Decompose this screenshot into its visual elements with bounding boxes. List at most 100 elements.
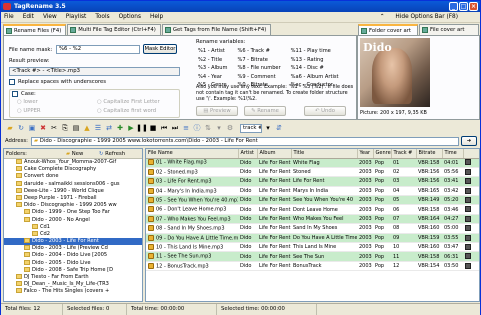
menu-edit[interactable]: Edit [23, 14, 34, 20]
table-row[interactable]: 05 - See You When You're 40.mp3 Dido Life … [146, 195, 479, 206]
sort-direction-icon[interactable]: ⇵ [274, 123, 284, 133]
stop-icon[interactable]: ■ [148, 123, 158, 133]
menu-file[interactable]: File [4, 14, 14, 20]
table-row[interactable]: 12 - BonusTrack.mp3 Dido Life For Rent Bonu… [146, 261, 479, 272]
table-row[interactable]: 07 - Who Makes You Feel.mp3 Dido Life For … [146, 214, 479, 225]
folder-tree-item[interactable]: Convert done [4, 173, 142, 180]
address-bar: Address: ▰ Dido - Discographie - 1999 20… [3, 136, 480, 147]
filter-icon[interactable]: ▾ [214, 123, 224, 133]
table-row[interactable]: 10 - This Land Is Mine.mp3 Dido Life For R… [146, 242, 479, 253]
new-folder-button[interactable]: ▰ New [66, 149, 83, 159]
pause-icon[interactable]: ❚❚ [136, 123, 148, 133]
folder-tree-item[interactable]: Dido - 2005 - Dido Live [4, 259, 142, 267]
select-all-icon[interactable]: ☰ [93, 123, 103, 133]
mask-editor-button[interactable]: Mask Editor [143, 44, 177, 54]
folder-tree-item[interactable]: Dido - 1999 - One Step Too Far [4, 209, 142, 216]
go-button[interactable]: ➜ [461, 136, 477, 146]
next-icon[interactable]: ⏭ [170, 123, 180, 133]
tag-status-icon [465, 253, 471, 260]
address-input[interactable]: ▰ Dido - Discographie - 1999 2005 www.lo… [31, 137, 459, 146]
folder-tree-item[interactable]: Dido - 2003 - Life (Preview Cd [4, 245, 142, 252]
folder-tree-item[interactable]: Dido - 2003 - Life For Rent [4, 238, 142, 246]
folder-tree-item[interactable]: Dido - 2004 - Dido Live [2005 [4, 252, 142, 259]
folder-tree-item[interactable]: Dido - 2000 - No Angel [4, 216, 142, 224]
tag-icon[interactable]: ✚ [115, 123, 125, 133]
minimize-button[interactable]: _ [449, 2, 458, 11]
col-year[interactable]: Year [357, 149, 374, 159]
col-time[interactable]: Time [442, 149, 464, 159]
playlist-icon[interactable]: ≡ [181, 123, 191, 133]
folder-tree-item[interactable]: Cd1 [4, 223, 142, 231]
preview-button[interactable]: ▤ Preview [196, 106, 238, 116]
folder-tree-item[interactable]: Dido - Discographie - 1999 2005 ww [4, 202, 142, 209]
invert-selection-icon[interactable]: ⇄ [104, 123, 114, 133]
table-row[interactable]: 04 - Mary's In India.mp3 Dido Life For Ren… [146, 186, 479, 197]
col-artist[interactable]: Artist [238, 149, 258, 159]
col-extra[interactable] [463, 149, 479, 159]
folder-up-icon[interactable]: ▲ [82, 123, 92, 133]
tab-file-cover-art[interactable]: File cover art [419, 24, 479, 35]
capitalize-first-word-radio[interactable]: ○ Capitalize first word [97, 108, 156, 114]
table-row[interactable]: 03 - Life For Rent.mp3 Dido Life For Rent L… [146, 176, 479, 187]
col-track[interactable]: Track # [391, 149, 417, 159]
menu-view[interactable]: View [43, 14, 57, 20]
folder-tree-item[interactable]: Cake Complete Discography [4, 166, 142, 173]
sort-icon[interactable]: ⇅ [203, 123, 213, 133]
close-button[interactable]: × [469, 2, 478, 11]
folder-tree-item[interactable]: Deee-Lite - 1990 - World Clique [4, 187, 142, 195]
upper-radio[interactable]: ○ UPPER [17, 108, 41, 114]
col-album[interactable]: Album [257, 149, 292, 159]
rename-button[interactable]: ✎ Rename [244, 106, 286, 116]
tab-multi-file-tag-editor[interactable]: Multi File Tag Editor (Ctrl+F4) [67, 24, 161, 35]
table-row[interactable]: 06 - Don't Leave Home.mp3 Dido Life For Re… [146, 204, 479, 215]
folder-tree-item[interactable]: Falco - The Hits Singles (covers + [4, 288, 142, 295]
chevron-down-icon[interactable]: ▾ [263, 123, 273, 133]
play-icon[interactable]: ▶ [126, 123, 136, 133]
tab-get-tags-from-filename[interactable]: Get Tags from File Name (Shift+F4) [161, 24, 272, 35]
col-genre[interactable]: Genre [373, 149, 392, 159]
title-bar[interactable]: TagRename 3.5 _ □ × [1, 1, 480, 12]
folder-tree-item[interactable]: Anouk-Whos_Your_Momma-2007-Gif [4, 159, 142, 166]
col-bitrate[interactable]: Bitrate [416, 149, 443, 159]
cut-icon[interactable]: ✂ [49, 123, 59, 133]
case-checkbox[interactable] [12, 91, 18, 97]
table-row[interactable]: 08 - Sand In My Shoes.mp3 Dido Life For Re… [146, 223, 479, 234]
table-row[interactable]: 02 - Stoned.mp3 Dido Life For Rent Stoned 20… [146, 167, 479, 178]
paste-icon[interactable]: ▤ [71, 123, 81, 133]
menu-playlist[interactable]: Playlist [66, 14, 87, 20]
settings-icon[interactable]: ⚙ [225, 123, 235, 133]
replace-spaces-checkbox[interactable] [9, 79, 15, 85]
delete-icon[interactable]: ✖ [38, 123, 48, 133]
col-title[interactable]: Title [291, 149, 358, 159]
copy-icon[interactable]: ⎘ [60, 123, 70, 133]
menu-tools[interactable]: Tools [95, 14, 109, 20]
undo-button[interactable]: ↶ Undo [304, 106, 346, 116]
table-cell: 06:31 [442, 251, 463, 262]
col-file-name[interactable]: File Name [146, 149, 239, 159]
folder-tree-item[interactable]: Dido - 2008 - Safe Trip Home [D [4, 266, 142, 274]
table-row[interactable]: 01 - White Flag.mp3 Dido Life For Rent Whit… [146, 158, 479, 168]
lower-radio[interactable]: ○ lower [17, 99, 38, 105]
folder-tree-item[interactable]: daruide - salmaikki sessions006 - gus [4, 180, 142, 188]
info-icon[interactable]: ⓘ [192, 123, 202, 133]
maximize-button[interactable]: □ [459, 2, 468, 11]
menu-help[interactable]: Help [150, 14, 163, 20]
capitalize-first-letter-radio[interactable]: ○ Capitalize First Letter [97, 99, 160, 105]
folder-tree-item[interactable]: DJ_Dean_-_Music_Is_My_Life-(TR3 [4, 281, 142, 288]
mask-input[interactable]: %6 - %2 [56, 45, 140, 54]
open-folder-icon[interactable]: ▰ [5, 123, 15, 133]
table-row[interactable]: 11 - See The Sun.mp3 Dido Life For Rent See… [146, 251, 479, 262]
folder-tree-item[interactable]: Deep Purple - 1971 - Fireball [4, 194, 142, 202]
table-row[interactable]: 09 - Do You Have A Little Time.mp3 Dido Li… [146, 233, 479, 244]
previous-icon[interactable]: ⏮ [159, 123, 169, 133]
save-icon[interactable]: ▣ [27, 123, 37, 133]
refresh-folders-button[interactable]: ↻ Refresh [99, 149, 125, 159]
refresh-icon[interactable]: ↻ [16, 123, 26, 133]
menu-options[interactable]: Options [119, 14, 141, 20]
sort-field-combo[interactable]: track # [240, 123, 262, 133]
folder-tree-item[interactable]: Cd2 [4, 230, 142, 238]
tag-status-icon [465, 206, 471, 213]
hide-options-bar-button[interactable]: ⌃ Hide Options Bar (F8) [380, 14, 467, 20]
folder-tree-item[interactable]: DJ Tiesto - Far From Earth [4, 274, 142, 281]
table-cell: 01 - White Flag.mp3 [146, 158, 238, 168]
